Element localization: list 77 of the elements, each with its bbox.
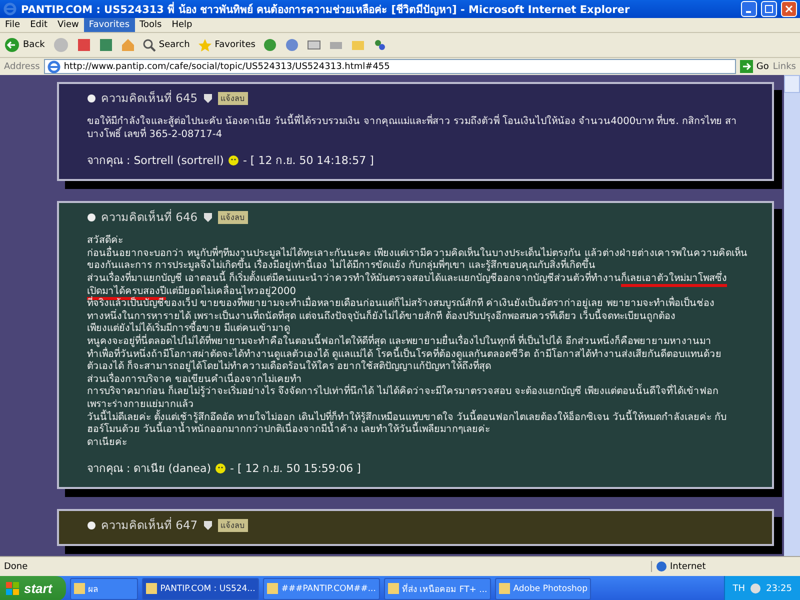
menu-item[interactable]: Edit: [25, 18, 52, 32]
favorites-button[interactable]: Favorites: [198, 38, 256, 52]
shield-icon: [202, 212, 213, 223]
smiley-icon: [228, 154, 239, 166]
window-icon: [146, 583, 158, 594]
comment-heading: ความคิดเห็นที่ 647: [101, 516, 198, 534]
comment-line: ตัวเองได้ ก็จะสามารถอยู่ได้โดยไม่ทำความเดือดร้อนให้ใคร อยากใช้สติปัญญาแก้ปัญหาให้ถึงที่สุด: [87, 361, 492, 372]
post-time: - [ 12 ก.ย. 50 14:18:57 ]: [242, 153, 374, 170]
comment-line: ดาเนียค่ะ: [87, 436, 128, 450]
maximize-button[interactable]: [761, 1, 777, 17]
bullet-icon: [87, 212, 96, 222]
zone-label: Internet: [651, 561, 796, 572]
author-name: จากคุณ : Sortrell (sortrell): [87, 153, 224, 170]
window-icon: [74, 583, 86, 594]
page-icon: [3, 2, 17, 16]
author-name: จากคุณ : ดาเนีย (danea): [87, 461, 211, 478]
bullet-icon: [87, 520, 96, 530]
bullet-icon: [87, 94, 96, 102]
links-label[interactable]: Links: [772, 62, 796, 72]
comment-heading: ความคิดเห็นที่ 645: [101, 89, 198, 107]
post-time: - [ 12 ก.ย. 50 15:59:06 ]: [230, 461, 361, 478]
stop-icon[interactable]: [76, 38, 91, 52]
windows-logo-icon: [6, 582, 20, 596]
comment-line: เพราะร่างกายแย่มากแล้ว: [87, 398, 194, 410]
menu-item[interactable]: View: [52, 18, 84, 32]
shield-icon: [202, 520, 213, 531]
comment-line: ทางหนึ่งในการหารายได้ เพราะเป็นงานที่ถนัดที่สุด แต่จนถึงปัจจุบันก็ยังไม่ได้ขายสักที ต้องปรับปรุงอีกพอสมควรทีเดียว เว็บนี้จดทะเบียนถูกต้อง: [87, 310, 676, 322]
forward-icon[interactable]: [52, 37, 69, 53]
tray-icon[interactable]: [750, 583, 762, 594]
minimize-button[interactable]: [741, 1, 757, 17]
close-icon: [785, 5, 793, 13]
taskbar-item[interactable]: ที่ส่ง เหนือคอม FT+ ...: [384, 578, 492, 600]
smiley-icon: [214, 462, 226, 474]
scrollbar[interactable]: [784, 75, 800, 556]
comment-line: ก่อนอื่นอยากจะบอกว่า หนูกับพี่ๆทีมงานประมูลไม่ได้ทะเลาะกันนะคะ เพียงแต่เรามีความคิดเห็นในบางประเด็นไม่ตรงกัน แล้วต่างฝ่ายต่างเคารพในความคิดเห็น: [87, 248, 748, 259]
menu-item[interactable]: Favorites: [84, 18, 135, 32]
taskbar-item[interactable]: PANTIP.COM : US524...: [142, 578, 260, 600]
comment-line: ฮอร์โมนด้วย วันนี้เอาน้ำหนักออกมากกว่าปกติเนื่องจากมีน้ำค้าง เลยทำให้วันนี้เพลียมากๆเลยค่ะ: [87, 424, 756, 437]
comment-line: ที่จริงแล้วเป็นบัญชีของเว็ป ขายของที่พยายามจะทำเมื่อหลายเดือนก่อนแต่ก็ไม่สร้างสมบูรณ์สักที ค่าเงินยังเป็นอัตราก่าอยู่เลย พยายามจะทำเพื่อเป็นช่อง: [87, 298, 716, 310]
address-field[interactable]: http://www.pantip.com/cafe/social/topic/US524313/US524313.html#455: [44, 59, 736, 74]
search-button[interactable]: Search: [142, 38, 190, 52]
taskbar-item[interactable]: Adobe Photoshop: [495, 578, 592, 600]
go-arrow-icon: [740, 60, 754, 73]
taskbar-item[interactable]: ###PANTIP.COM##...: [263, 578, 380, 600]
comment-line: หนูคงจะอยู่ที่นี่ตลอดไปไม่ได้ที่พยายามจะทำคือในตอนนี้ฟอกไตให้ดีที่สุด และพยายามยื่นเรื่องไปในทุกที่ ที่เป็นไปได้ อีกส่วนหนึ่งก็คือพยายามหางานมา: [87, 336, 712, 347]
comment-heading: ความคิดเห็นที่ 646: [101, 208, 198, 226]
close-button[interactable]: [781, 1, 797, 17]
address-label: Address: [4, 62, 40, 72]
clock: 23:25: [766, 584, 792, 594]
comment-line: ทำเพื่อที่วันหนึ่งถ้ามีโอกาสผ่าตัดจะได้ทำงานดูแลตัวเองได้ ดูแลแม่ได้ โรคนี้เป็นโรคที่ต้องดูแลกันตลอดชีวิต ถ้ามีโอกาสได้ทำงานส่งเสียกันดีตอบแทนด้วย: [87, 348, 722, 360]
window-icon: [267, 583, 278, 594]
maximize-icon: [765, 5, 773, 13]
menu-item[interactable]: Help: [166, 18, 198, 32]
menu-item[interactable]: Tools: [134, 18, 167, 32]
comment-line: สวัสดีค่ะ: [87, 235, 123, 246]
comment-line: วันนี้ไม่ดีเลยค่ะ ตั้งแต่เช้ารู้สึกอึดอัด หายใจไม่ออก เดินไปที่ก็ทำให้รู้สึกเหมือนแทบขาดใจ วันนี้ตอนฟอกไตเลยต้องให้อ็อกซิเจน วันนี้ให้หมดกำลังเลยค่ะ กับ: [87, 412, 728, 423]
window-title: PANTIP.COM : US524313 พี่ น้อง ชาวพันทิพย์ คนต้องการความช่วยเหลือค่ะ [ชีวิตมีปัญหา] - Microsoft Internet Explorer: [21, 0, 631, 18]
menu-item[interactable]: File: [0, 18, 26, 32]
shield-icon: [202, 92, 213, 104]
page-icon: [46, 60, 61, 74]
comment-line: การบริจาคมาก่อน ก็เลยไม่รู้ว่าจะเริ่มอย่างไร จึงจัดการไปเท่าที่นึกได้ ไม่ได้คิดว่าจะมีใครมาตรวจสอบ จะต้องแยกบัญชี เพียงแต่ตอนนั้นดีใจที่ได้เข้าฟอก: [87, 386, 756, 399]
window-icon: [499, 583, 510, 594]
globe-icon: [656, 561, 667, 572]
go-button[interactable]: Go: [740, 60, 769, 73]
start-button[interactable]: start: [0, 576, 66, 600]
window-icon: [388, 583, 399, 594]
comment-line: บางโพธิ์ เลขที่ 365-2-08717-4: [87, 128, 224, 142]
comment-line: ส่วนเรื่องการบริจาค ขอเขียนคำเนื่องจากไม่เคยทำ: [87, 374, 302, 385]
star-icon: [198, 38, 212, 52]
status-text: Done: [4, 562, 29, 572]
search-icon: [142, 38, 156, 52]
report-link[interactable]: แจ้งลบ: [218, 92, 248, 104]
home-icon[interactable]: [120, 38, 135, 52]
taskbar-item[interactable]: ผล: [70, 578, 138, 600]
back-button[interactable]: Back: [4, 37, 45, 53]
report-link[interactable]: แจ้งลบ: [218, 210, 248, 224]
report-link[interactable]: แจ้งลบ: [218, 518, 248, 532]
